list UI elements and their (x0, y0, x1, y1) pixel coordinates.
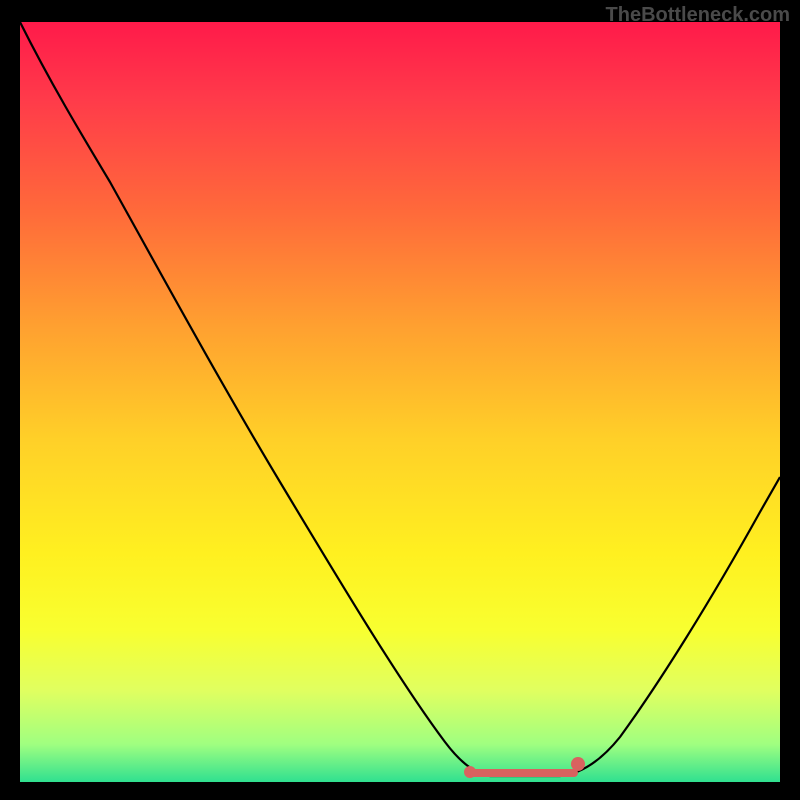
bottleneck-curve-path (20, 22, 780, 776)
watermark-text: TheBottleneck.com (606, 4, 790, 27)
flat-region-bar (470, 769, 578, 777)
flat-end-dot (571, 757, 585, 771)
chart-plot-area (20, 22, 780, 782)
bottleneck-curve-svg (20, 22, 780, 782)
